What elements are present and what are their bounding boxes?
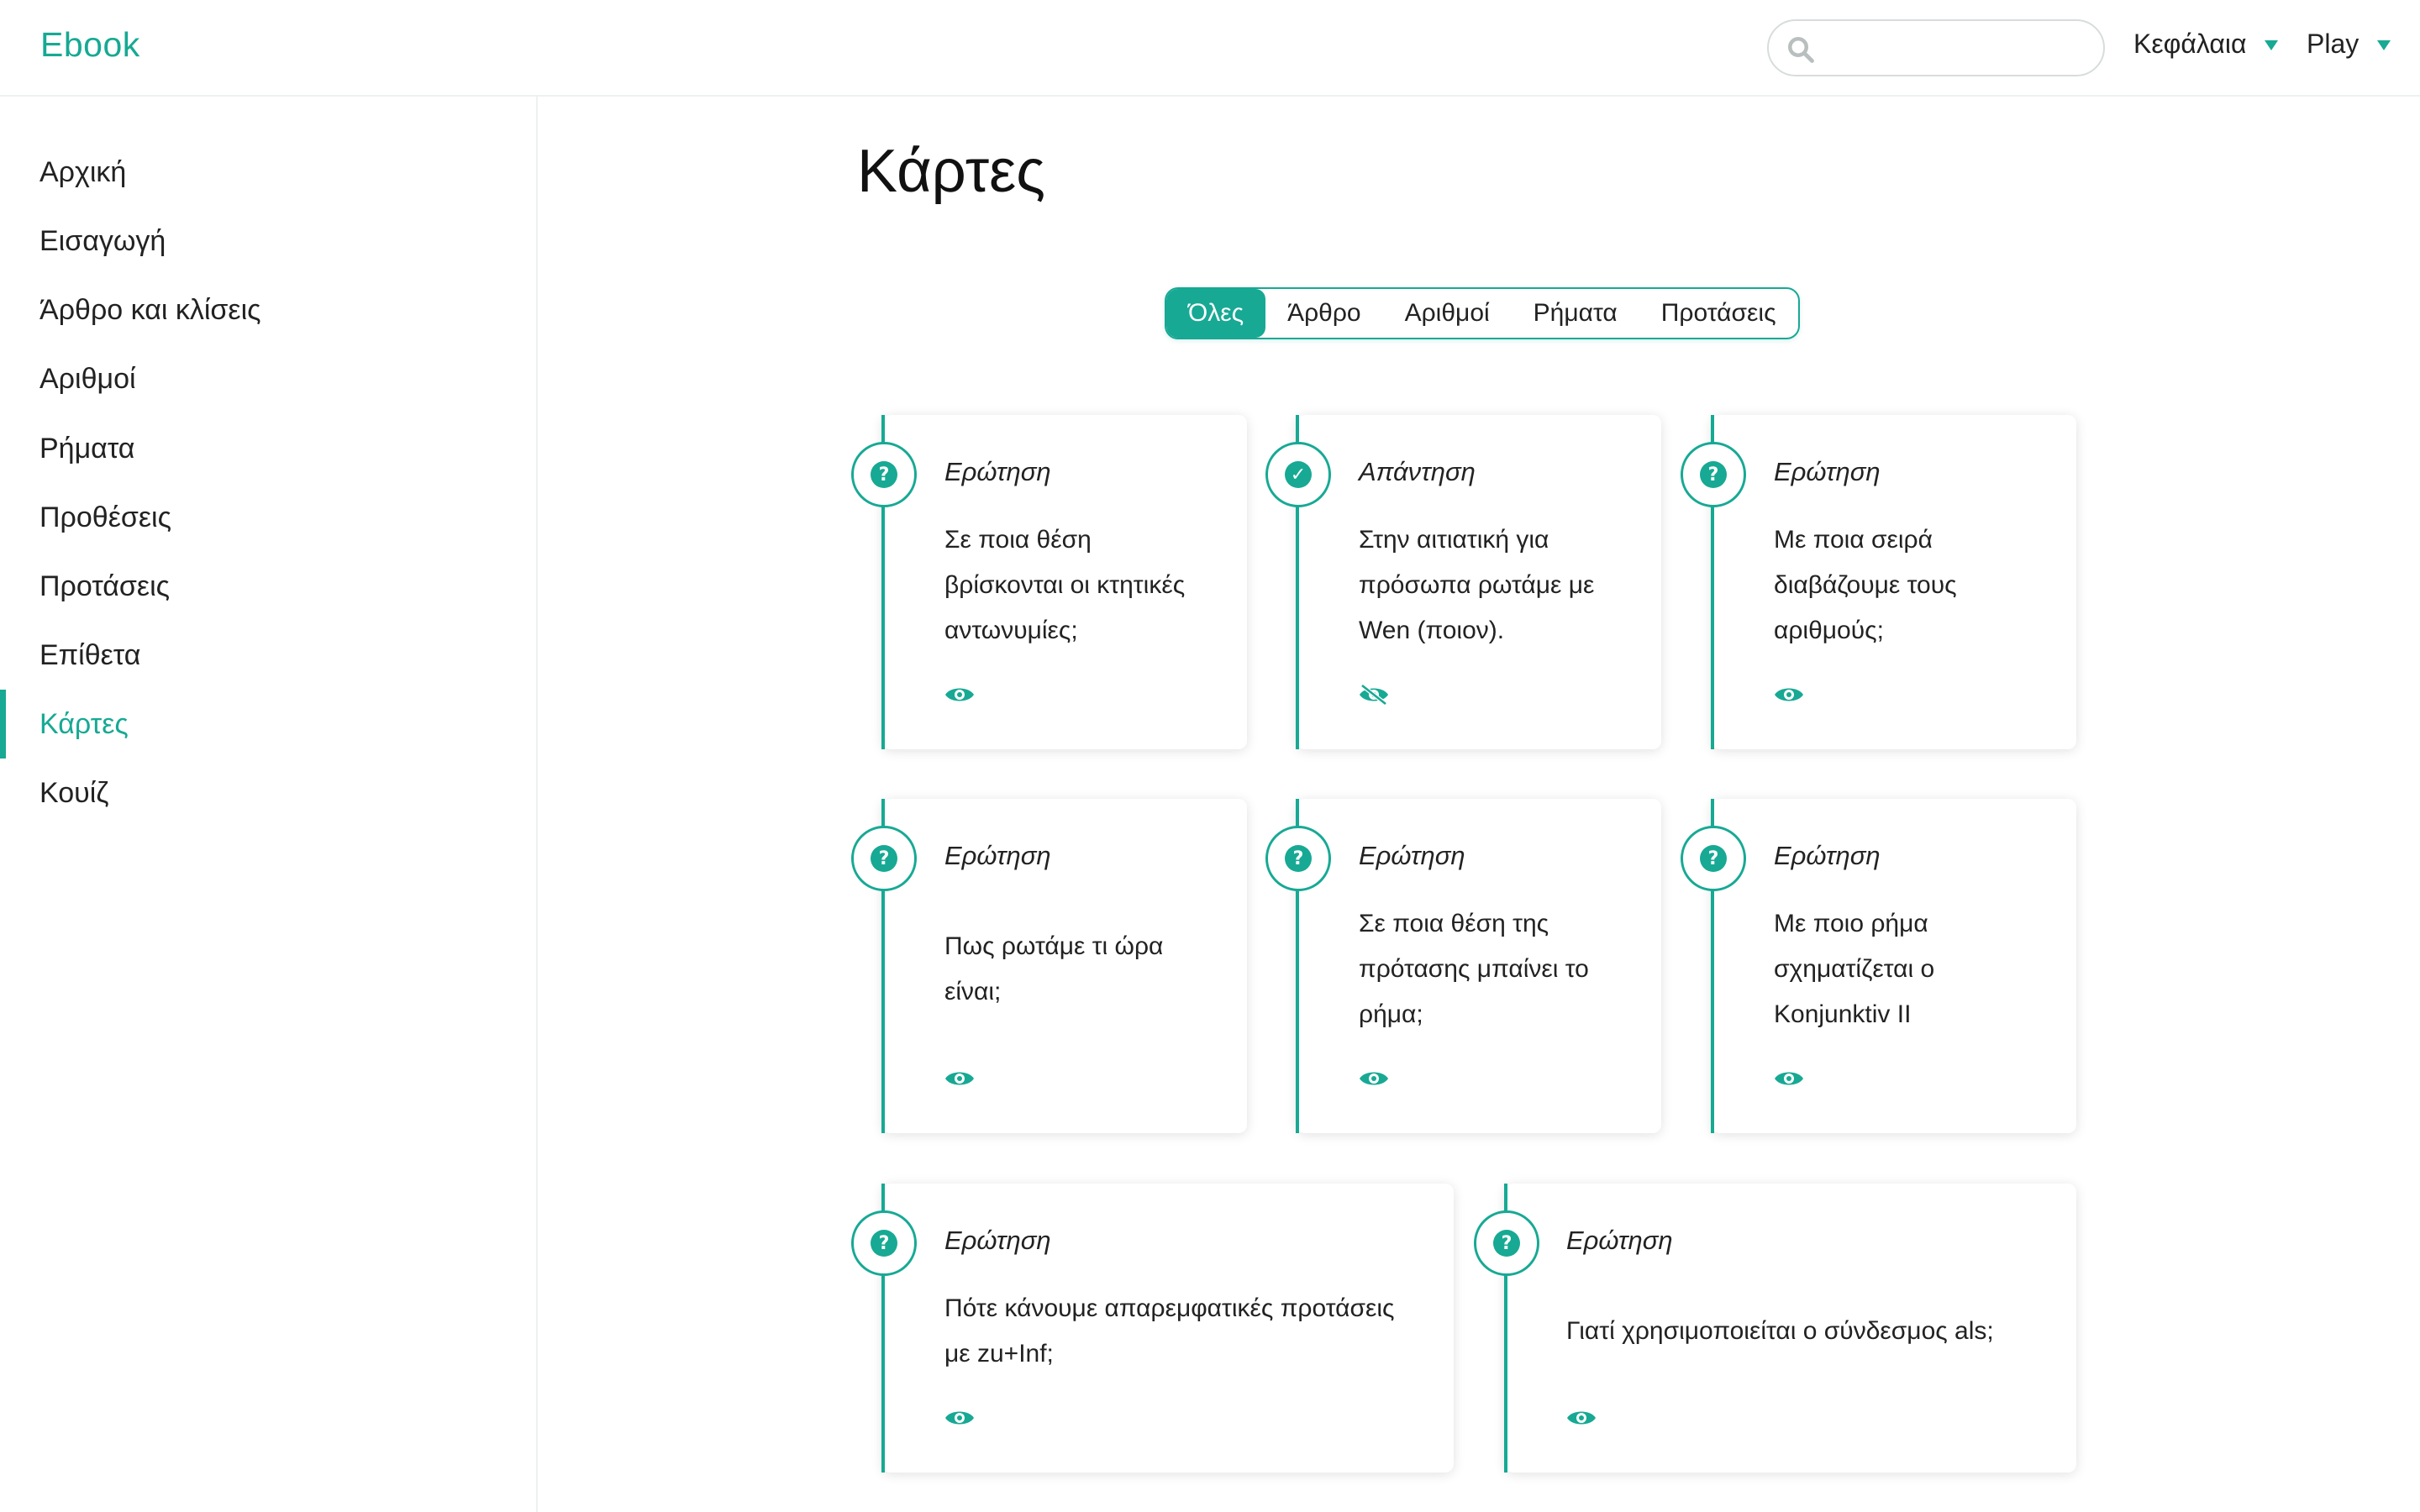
sidebar: Αρχική Εισαγωγή Άρθρο και κλίσεις Αριθμο… xyxy=(0,97,538,1512)
sidebar-item-quiz[interactable]: Κουίζ xyxy=(0,759,534,827)
sidebar-item-adjectives[interactable]: Επίθετα xyxy=(0,621,534,690)
sidebar-item-sentences[interactable]: Προτάσεις xyxy=(0,552,534,621)
search-input[interactable] xyxy=(1823,29,2091,68)
question-icon: ? xyxy=(1474,1210,1539,1276)
card-text: Με ποιο ρήμα σχηματίζεται ο Konjunktiv I… xyxy=(1774,910,1935,1028)
search-icon xyxy=(1788,37,1814,63)
chapters-menu-label: Κεφάλαια xyxy=(2133,29,2247,59)
chapters-menu[interactable]: Κεφάλαια xyxy=(2133,29,2279,60)
question-icon: ? xyxy=(851,442,917,507)
question-icon: ? xyxy=(1265,826,1331,891)
sidebar-item-verbs[interactable]: Ρήματα xyxy=(0,414,534,483)
eye-icon[interactable] xyxy=(1565,1407,1597,1429)
tab-sentences[interactable]: Προτάσεις xyxy=(1639,289,1798,338)
sidebar-item-prepositions[interactable]: Προθέσεις xyxy=(0,483,534,552)
eye-icon[interactable] xyxy=(944,684,976,706)
filter-tabs: Όλες Άρθρο Αριθμοί Ρήματα Προτάσεις xyxy=(1165,287,1800,339)
sidebar-item-cards[interactable]: Κάρτες xyxy=(0,690,534,759)
eye-off-icon[interactable] xyxy=(1358,684,1390,706)
card-text: Γιατί χρησιμοποιείται ο σύνδεσμος als; xyxy=(1566,1317,1994,1345)
card-text: Πως ρωτάμε τι ώρα είναι; xyxy=(944,932,1164,1005)
play-menu[interactable]: Play xyxy=(2307,29,2391,60)
top-bar: Ebook Κεφάλαια Play xyxy=(0,0,2420,97)
tab-verbs[interactable]: Ρήματα xyxy=(1512,289,1639,338)
sidebar-item-home[interactable]: Αρχική xyxy=(0,138,534,207)
card-label: Ερώτηση xyxy=(1774,457,1881,486)
eye-icon[interactable] xyxy=(1773,1068,1805,1089)
card-label: Ερώτηση xyxy=(944,1226,1051,1255)
question-icon: ? xyxy=(1681,826,1746,891)
question-icon: ? xyxy=(1681,442,1746,507)
chevron-down-icon xyxy=(2265,39,2279,50)
card-label: Ερώτηση xyxy=(944,457,1051,486)
card-text: Πότε κάνουμε απαρεμφατικές προτάσεις με … xyxy=(944,1294,1395,1368)
card-text: Με ποια σειρά διαβάζουμε τους αριθμούς; xyxy=(1774,526,1957,644)
search-box[interactable] xyxy=(1767,19,2105,76)
tab-all[interactable]: Όλες xyxy=(1166,289,1266,338)
card-text: Στην αιτιατική για πρόσωπα ρωτάμε με Wen… xyxy=(1359,526,1595,644)
tab-numbers[interactable]: Αριθμοί xyxy=(1383,289,1512,338)
eye-icon[interactable] xyxy=(944,1068,976,1089)
card-text: Σε ποια θέση της πρότασης μπαίνει το ρήμ… xyxy=(1359,910,1589,1028)
card-label: Ερώτηση xyxy=(1774,841,1881,870)
eye-icon[interactable] xyxy=(1773,684,1805,706)
eye-icon[interactable] xyxy=(1358,1068,1390,1089)
card-label: Ερώτηση xyxy=(1566,1226,1673,1255)
question-icon: ? xyxy=(851,826,917,891)
question-icon: ? xyxy=(851,1210,917,1276)
brand-logo[interactable]: Ebook xyxy=(40,25,140,65)
card-label: Απάντηση xyxy=(1359,457,1476,486)
sidebar-item-introduction[interactable]: Εισαγωγή xyxy=(0,207,534,276)
sidebar-item-numbers[interactable]: Αριθμοί xyxy=(0,344,534,413)
page-title: Κάρτες xyxy=(857,138,1045,205)
chevron-down-icon xyxy=(2377,39,2391,50)
sidebar-item-articles[interactable]: Άρθρο και κλίσεις xyxy=(0,276,534,344)
check-icon: ✓ xyxy=(1265,442,1331,507)
card-label: Ερώτηση xyxy=(1359,841,1465,870)
card-text: Σε ποια θέση βρίσκονται οι κτητικές αντω… xyxy=(944,526,1186,644)
tab-article[interactable]: Άρθρο xyxy=(1265,289,1383,338)
card-label: Ερώτηση xyxy=(944,841,1051,870)
play-menu-label: Play xyxy=(2307,29,2360,59)
eye-icon[interactable] xyxy=(944,1407,976,1429)
